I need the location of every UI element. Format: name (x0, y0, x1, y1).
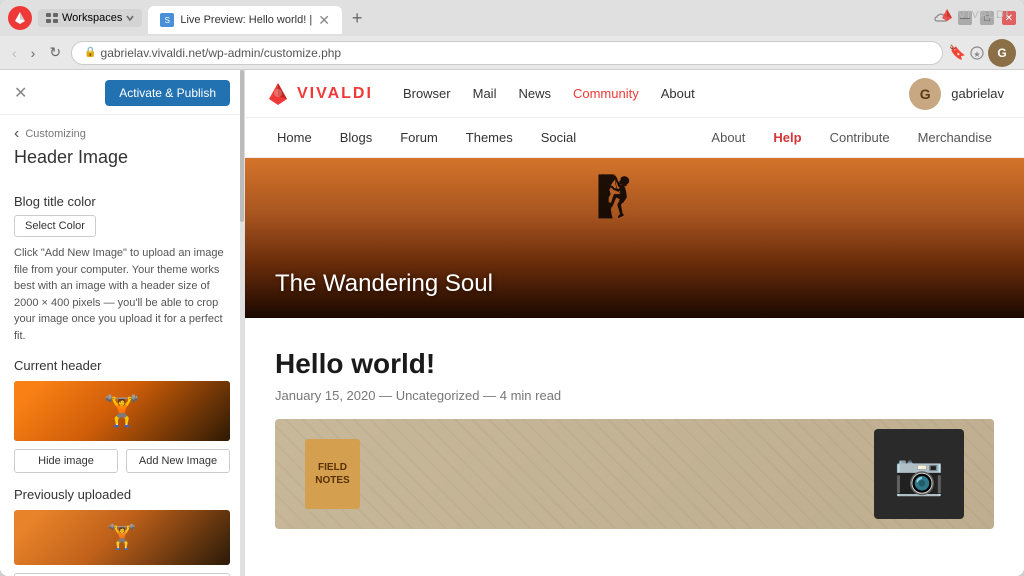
tab-favicon: S (160, 13, 174, 27)
site-user-avatar[interactable]: G (909, 78, 941, 110)
breadcrumb-row: ‹ Customizing (0, 115, 244, 143)
reload-button[interactable]: ↻ (45, 42, 65, 63)
new-tab-button[interactable]: + (348, 8, 367, 29)
sec-nav-blogs[interactable]: Blogs (328, 124, 385, 151)
bookmark-button[interactable]: 🔖 (949, 44, 966, 61)
site-navigation: VIVALDI Browser Mail News Community Abou… (245, 70, 1024, 118)
panel-header: ✕ Activate & Publish (0, 70, 244, 115)
title-bar: Workspaces S Live Preview: Hello world! … (0, 0, 1024, 36)
section-title: Header Image (0, 143, 244, 180)
sec-nav-social[interactable]: Social (529, 124, 588, 151)
blog-title-color-label: Blog title color (14, 194, 230, 209)
current-header-thumbnail: 🏋 (14, 381, 230, 441)
article-area: Hello world! January 15, 2020 — Uncatego… (245, 318, 1024, 549)
workspaces-icon (46, 13, 58, 23)
sec-nav-about[interactable]: About (699, 124, 757, 151)
select-color-button[interactable]: Select Color (14, 215, 96, 237)
hero-image: 🧗 The Wandering Soul (245, 158, 1024, 318)
browser-branding: VIVALDI (940, 8, 1010, 22)
sec-nav-home[interactable]: Home (265, 124, 324, 151)
panel-body: Blog title color Select Color Click "Add… (0, 180, 244, 576)
nav-link-browser[interactable]: Browser (393, 80, 461, 107)
site-logo: VIVALDI (265, 81, 373, 107)
notebook-element: FIELDNOTES (305, 439, 360, 509)
breadcrumb: Customizing (25, 128, 86, 140)
hero-figure: 🧗 (596, 173, 646, 220)
hero-title: The Wandering Soul (275, 270, 493, 298)
vivaldi-logo[interactable] (8, 6, 32, 30)
chevron-down-icon (126, 14, 134, 22)
panel-close-button[interactable]: ✕ (14, 83, 27, 103)
customizer-panel: ✕ Activate & Publish ‹ Customizing Heade… (0, 70, 245, 576)
scroll-indicator[interactable] (240, 70, 244, 576)
add-new-image-button[interactable]: Add New Image (126, 449, 230, 473)
sec-nav-contribute[interactable]: Contribute (818, 124, 902, 151)
browser-window: VIVALDI Workspaces S Live Preview: Hello… (0, 0, 1024, 576)
previously-uploaded-label: Previously uploaded (14, 487, 230, 502)
secondary-navigation: Home Blogs Forum Themes Social About Hel… (245, 118, 1024, 158)
address-actions: 🔖 ★ G (949, 39, 1016, 67)
address-text: gabrielav.vivaldi.net/wp-admin/customize… (101, 46, 342, 60)
workspaces-button[interactable]: Workspaces (38, 9, 142, 27)
article-meta: January 15, 2020 — Uncategorized — 4 min… (275, 388, 994, 403)
nav-link-about[interactable]: About (651, 80, 705, 107)
content-area: ✕ Activate & Publish ‹ Customizing Heade… (0, 70, 1024, 576)
activate-publish-button[interactable]: Activate & Publish (105, 80, 230, 106)
sec-nav-help[interactable]: Help (761, 124, 813, 151)
article-image: 📷 FIELDNOTES (275, 419, 994, 529)
tab-title: Live Preview: Hello world! | (180, 14, 312, 26)
extension-icon: ★ (970, 46, 984, 60)
back-nav-button[interactable]: ‹ (14, 125, 19, 143)
sec-nav-themes[interactable]: Themes (454, 124, 525, 151)
helper-text: Click "Add New Image" to upload an image… (14, 245, 230, 344)
nav-link-community[interactable]: Community (563, 80, 649, 107)
camera-element: 📷 (874, 429, 964, 519)
user-avatar-header[interactable]: G (988, 39, 1016, 67)
previously-uploaded-thumbnail: 🏋 (14, 510, 230, 565)
web-content: VIVALDI Browser Mail News Community Abou… (245, 70, 1024, 576)
address-input[interactable]: 🔒 gabrielav.vivaldi.net/wp-admin/customi… (71, 41, 942, 65)
vivaldi-icon (940, 8, 954, 22)
site-user-name[interactable]: gabrielav (951, 86, 1004, 101)
header-button-row: Hide image Add New Image (14, 449, 230, 473)
prev-thumb-icon: 🏋 (107, 523, 137, 552)
tab-close-button[interactable]: ✕ (318, 12, 330, 29)
nav-link-news[interactable]: News (508, 80, 561, 107)
article-title: Hello world! (275, 348, 994, 380)
site-vivaldi-logo (265, 81, 291, 107)
site-nav-links: Browser Mail News Community About (393, 80, 909, 107)
vivaldi-brand-text: VIVALDI (958, 9, 1010, 21)
back-button[interactable]: ‹ (8, 43, 21, 63)
svg-text:★: ★ (973, 50, 980, 59)
workspaces-label: Workspaces (62, 12, 122, 24)
site-nav-right: G gabrielav (909, 78, 1004, 110)
lock-icon: 🔒 (84, 47, 96, 58)
address-bar: ‹ › ↻ 🔒 gabrielav.vivaldi.net/wp-admin/c… (0, 36, 1024, 70)
forward-button[interactable]: › (27, 43, 40, 63)
current-header-label: Current header (14, 358, 230, 373)
hide-image-button[interactable]: Hide image (14, 449, 118, 473)
header-thumb-image: 🏋 (14, 381, 230, 441)
browser-tab[interactable]: S Live Preview: Hello world! | ✕ (148, 6, 342, 34)
secondary-nav-right: About Help Contribute Merchandise (699, 124, 1004, 151)
scroll-thumb (240, 70, 244, 222)
site-logo-text: VIVALDI (297, 85, 373, 103)
sec-nav-forum[interactable]: Forum (388, 124, 450, 151)
sec-nav-merchandise[interactable]: Merchandise (906, 124, 1004, 151)
nav-link-mail[interactable]: Mail (463, 80, 507, 107)
